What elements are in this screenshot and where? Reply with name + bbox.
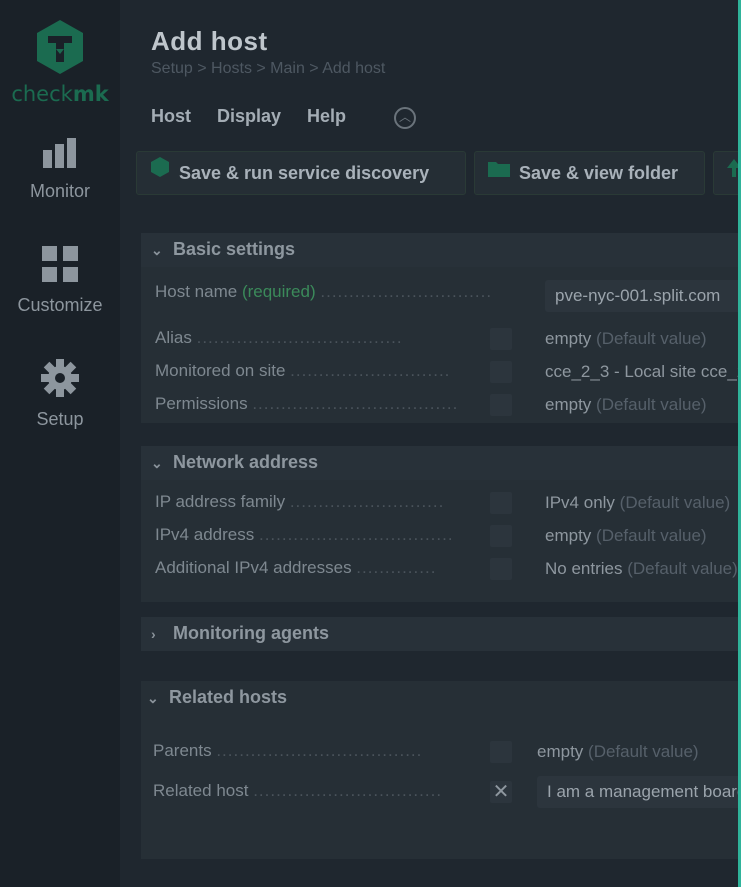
sidebar-item-label: Setup (36, 409, 84, 429)
ipv4-address-checkbox[interactable] (490, 525, 512, 547)
ipv4-address-value: empty (545, 526, 592, 545)
additional-ipv4-label: Additional IPv4 addresses (155, 558, 352, 577)
site-checkbox[interactable] (490, 361, 512, 383)
alias-label: Alias (155, 328, 192, 347)
logo-wordmark: checkmk (11, 82, 109, 106)
sidebar-item-label: Customize (17, 295, 103, 315)
sidebar-item-monitor[interactable]: Monitor (0, 136, 120, 202)
site-row: Monitored on site ......................… (141, 357, 741, 387)
leader-dots: .................................... (290, 361, 451, 380)
menu-host[interactable]: Host (151, 106, 191, 126)
default-value-tag: (Default value) (596, 395, 707, 414)
site-value: cce_2_3 - Local site cce_2_3 (545, 362, 741, 381)
ipv4-address-row: IPv4 address ...........................… (141, 521, 741, 551)
gear-icon (0, 358, 120, 403)
sidebar-item-label: Monitor (29, 181, 91, 201)
leader-dots: .................................... (289, 492, 445, 511)
more-actions-button[interactable] (713, 151, 741, 195)
permissions-value: empty (545, 395, 592, 414)
collapse-menu-chevron-up-icon[interactable]: ︿ (394, 107, 416, 129)
related-host-select[interactable]: I am a management board (537, 776, 741, 808)
additional-ipv4-row: Additional IPv4 addresses ..............… (141, 554, 741, 584)
parents-checkbox[interactable] (490, 741, 512, 763)
grid-icon (0, 244, 120, 289)
hexagon-icon (149, 151, 171, 193)
ip-family-label: IP address family (155, 492, 286, 511)
alias-value: empty (545, 329, 592, 348)
parents-label: Parents (153, 741, 212, 760)
close-icon[interactable]: ✕ (490, 780, 512, 804)
ip-family-row: IP address family ......................… (141, 488, 741, 518)
save-view-folder-button[interactable]: Save & view folder (474, 151, 705, 195)
menu-help[interactable]: Help (307, 106, 346, 126)
parents-value: empty (537, 742, 584, 761)
sidebar: checkmk Monitor Customize Setup (0, 0, 120, 887)
sidebar-item-customize[interactable]: Customize (0, 244, 120, 316)
main-content: Add host Setup > Hosts > Main > Add host… (122, 0, 741, 887)
chevron-down-icon: ⌄ (151, 455, 163, 471)
default-value-tag: (Default value) (596, 329, 707, 348)
site-label: Monitored on site (155, 361, 286, 380)
permissions-label: Permissions (155, 394, 248, 413)
host-name-input[interactable]: pve-nyc-001.split.com (545, 280, 741, 312)
alias-checkbox[interactable] (490, 328, 512, 350)
additional-ipv4-checkbox[interactable] (490, 558, 512, 580)
default-value-tag: (Default value) (596, 526, 707, 545)
network-address-body: IP address family ......................… (141, 488, 741, 598)
leader-dots: .................................... (252, 394, 458, 413)
basic-settings-body: Host name (required) ...................… (141, 278, 741, 418)
alias-row: Alias ..................................… (141, 324, 741, 354)
save-run-discovery-button[interactable]: Save & run service discovery (136, 151, 466, 195)
related-host-label: Related host (153, 781, 249, 800)
host-name-label: Host name (155, 282, 238, 301)
page-menu-bar: Host Display Help (151, 106, 372, 127)
default-value-tag: (Default value) (627, 559, 738, 578)
parents-row: Parents ................................… (139, 737, 739, 767)
ipv4-address-label: IPv4 address (155, 525, 255, 544)
leader-dots: .................................... (253, 781, 442, 800)
basic-settings-header[interactable]: ⌄ Basic settings (141, 233, 741, 267)
leader-dots: .................................... (320, 282, 490, 301)
menu-display[interactable]: Display (217, 106, 281, 126)
ip-family-checkbox[interactable] (490, 492, 512, 514)
leader-dots: .................................... (196, 328, 403, 347)
additional-ipv4-value: No entries (545, 559, 623, 578)
leader-dots: .................................... (356, 558, 437, 577)
leader-dots: .................................... (258, 525, 451, 544)
leader-dots: .................................... (216, 741, 423, 760)
permissions-checkbox[interactable] (490, 394, 512, 416)
page-title: Add host (151, 26, 268, 56)
bar-chart-icon (0, 136, 120, 175)
chevron-right-icon: › (151, 626, 156, 642)
folder-icon (487, 151, 511, 193)
sidebar-item-setup[interactable]: Setup (0, 358, 120, 430)
chevron-down-icon: ⌄ (147, 690, 159, 706)
chevron-down-icon: ⌄ (151, 242, 163, 258)
required-tag: (required) (241, 282, 316, 301)
ip-family-value: IPv4 only (545, 493, 615, 512)
network-address-header[interactable]: ⌄ Network address (141, 446, 741, 480)
monitoring-agents-header[interactable]: › Monitoring agents (141, 617, 741, 651)
related-hosts-header[interactable]: ⌄ Related hosts (141, 681, 741, 715)
permissions-row: Permissions ............................… (141, 390, 741, 420)
checkmk-logo-icon[interactable] (34, 18, 86, 76)
default-value-tag: (Default value) (619, 493, 731, 512)
breadcrumb[interactable]: Setup > Hosts > Main > Add host (151, 60, 385, 78)
default-value-tag: (Default value) (588, 742, 699, 761)
